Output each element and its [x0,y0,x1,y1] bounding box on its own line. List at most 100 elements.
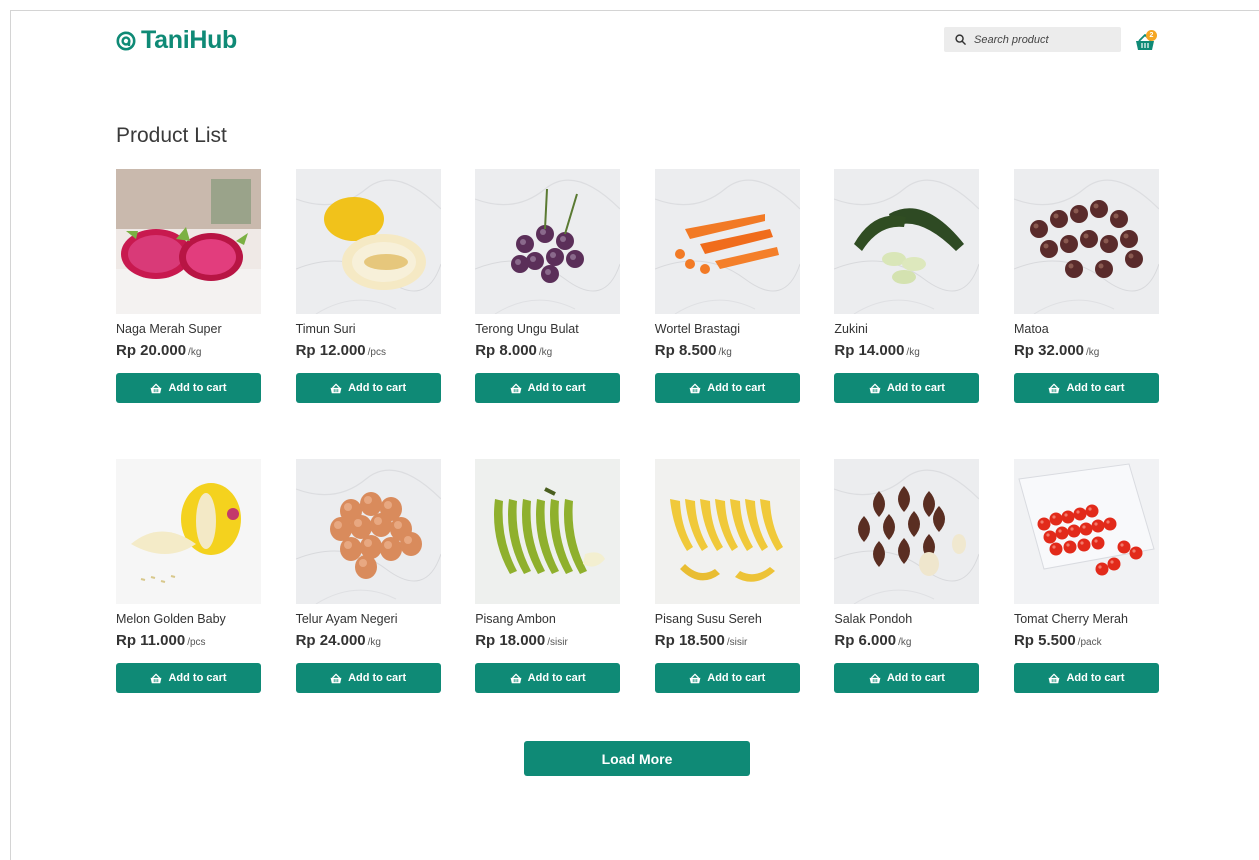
product-price-line: Rp 32.000/kg [1014,342,1159,362]
basket-icon [510,383,522,393]
product-card[interactable]: Salak Pondoh Rp 6.000/kg Add to cart [834,459,980,693]
product-card[interactable]: Matoa Rp 32.000/kg Add to cart [1013,169,1159,403]
product-card[interactable]: Tomat Cherry Merah Rp 5.500/pack Add to ca… [1013,459,1159,693]
basket-icon [330,383,342,393]
add-to-cart-label: Add to cart [1066,672,1125,684]
basket-icon [689,383,701,393]
product-price: Rp 14.000 [834,342,905,359]
add-to-cart-button[interactable]: Add to cart [1013,373,1159,403]
product-name[interactable]: Tomat Cherry Merah [1014,612,1159,627]
product-image[interactable] [116,169,261,314]
add-to-cart-button[interactable]: Add to cart [116,663,261,693]
product-image[interactable] [475,169,621,314]
basket-icon [151,383,162,393]
product-price: Rp 20.000 [116,342,187,359]
product-price: Rp 11.000 [116,632,186,649]
add-to-cart-button[interactable]: Add to cart [834,373,980,403]
product-card[interactable]: Pisang Susu Sereh Rp 18.500/sisir Add to c… [654,459,800,693]
product-name[interactable]: Pisang Ambon [475,612,620,627]
add-to-cart-button[interactable]: Add to cart [475,663,621,693]
product-unit: /sisir [547,637,568,648]
product-name[interactable]: Telur Ayam Negeri [296,612,441,627]
product-name[interactable]: Timun Suri [296,322,441,337]
add-to-cart-label: Add to cart [168,672,227,684]
add-to-cart-button[interactable]: Add to cart [295,373,441,403]
product-unit: /kg [367,637,381,648]
product-name[interactable]: Wortel Brastagi [655,322,800,337]
product-image[interactable] [834,459,980,604]
product-name[interactable]: Terong Ungu Bulat [475,322,620,337]
product-name[interactable]: Naga Merah Super [116,322,261,337]
product-image[interactable] [654,459,800,604]
product-unit: /kg [718,347,732,358]
product-image[interactable] [1013,459,1159,604]
product-image[interactable] [116,459,261,604]
product-image[interactable] [834,169,980,314]
add-to-cart-button[interactable]: Add to cart [116,373,261,403]
search-bar[interactable] [944,27,1121,52]
product-unit: /pcs [367,347,386,358]
product-price-line: Rp 6.000/kg [834,632,979,652]
search-input[interactable] [974,33,1114,46]
add-to-cart-label: Add to cart [527,672,586,684]
product-price: Rp 8.500 [654,342,717,359]
product-name[interactable]: Zukini [834,322,979,337]
product-card[interactable]: Timun Suri Rp 12.000/pcs Add to cart [295,169,441,403]
add-to-cart-button[interactable]: Add to cart [295,663,441,693]
add-to-cart-button[interactable]: Add to cart [834,663,980,693]
product-image[interactable] [654,169,800,314]
basket-icon [869,673,881,683]
logo[interactable]: TaniHub [116,26,237,55]
cart-count-badge: 2 [1146,30,1157,41]
product-card[interactable]: Zukini Rp 14.000/kg Add to cart [834,169,980,403]
product-image[interactable] [1013,169,1159,314]
product-price-line: Rp 8.500/kg [655,342,800,362]
product-price-line: Rp 5.500/pack [1014,632,1159,652]
add-to-cart-button[interactable]: Add to cart [475,373,621,403]
product-unit: /pack [1077,637,1102,648]
product-card[interactable]: Melon Golden Baby Rp 11.000/pcs Add to car… [116,459,261,693]
product-image[interactable] [295,169,441,314]
product-price: Rp 5.500 [1013,632,1076,649]
product-price-line: Rp 24.000/kg [296,632,441,652]
product-unit: /kg [188,347,202,358]
add-to-cart-button[interactable]: Add to cart [654,663,800,693]
basket-icon [151,673,162,683]
product-price-line: Rp 8.000/kg [475,342,620,362]
product-card[interactable]: Terong Ungu Bulat Rp 8.000/kg Add to cart [475,169,621,403]
basket-icon [510,673,522,683]
product-name[interactable]: Melon Golden Baby [116,612,261,627]
product-price-line: Rp 14.000/kg [834,342,979,362]
product-unit: /sisir [726,637,748,648]
product-name[interactable]: Matoa [1014,322,1159,337]
product-price: Rp 18.500 [654,632,725,649]
product-card[interactable]: Wortel Brastagi Rp 8.500/kg Add to cart [654,169,800,403]
product-price: Rp 6.000 [834,632,897,649]
add-to-cart-button[interactable]: Add to cart [654,373,800,403]
product-card[interactable]: Naga Merah Super Rp 20.000/kg Add to cart [116,169,261,403]
cart-button[interactable]: 2 [1135,30,1159,52]
load-more-button[interactable]: Load More [524,741,750,776]
add-to-cart-button[interactable]: Add to cart [1013,663,1159,693]
add-to-cart-label: Add to cart [348,672,407,684]
product-price: Rp 18.000 [475,632,546,649]
page-title: Product List [116,124,227,147]
product-price-line: Rp 18.500/sisir [655,632,800,652]
add-to-cart-label: Add to cart [707,672,766,684]
product-price: Rp 32.000 [1013,342,1085,359]
product-card[interactable]: Telur Ayam Negeri Rp 24.000/kg Add to cart [295,459,441,693]
product-card[interactable]: Pisang Ambon Rp 18.000/sisir Add to cart [475,459,621,693]
product-grid: Naga Merah Super Rp 20.000/kg Add to cart T… [116,169,1159,693]
product-price-line: Rp 12.000/pcs [296,342,441,362]
product-name[interactable]: Salak Pondoh [834,612,979,627]
product-price-line: Rp 18.000/sisir [475,632,620,652]
product-image[interactable] [475,459,621,604]
add-to-cart-label: Add to cart [886,672,945,684]
basket-icon [330,673,342,683]
product-image[interactable] [295,459,441,604]
product-name[interactable]: Pisang Susu Sereh [655,612,800,627]
logo-icon [116,31,136,50]
product-price: Rp 8.000 [475,342,537,359]
basket-icon [1049,383,1060,393]
basket-icon [869,383,881,393]
